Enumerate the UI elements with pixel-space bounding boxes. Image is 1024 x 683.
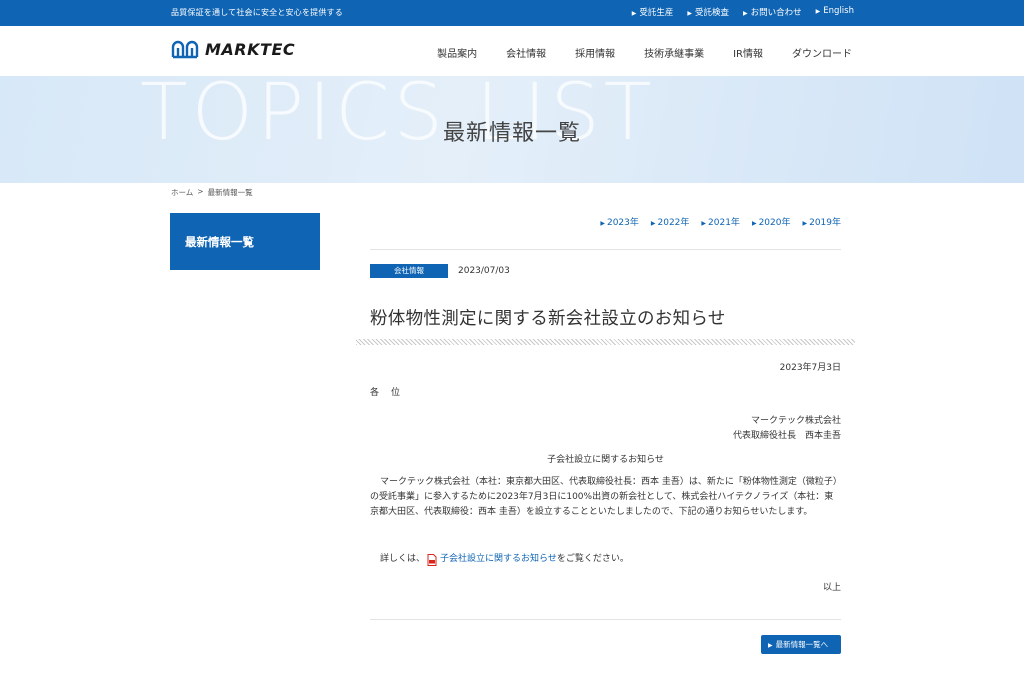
logo-mark-icon — [171, 40, 199, 59]
year-link-2023[interactable]: ▶ 2023年 — [600, 215, 639, 228]
arrow-icon: ▶ — [743, 10, 748, 17]
breadcrumb-home[interactable]: ホーム — [171, 187, 193, 198]
arrow-icon: ▶ — [687, 10, 693, 17]
closing-mark: 以上 — [822, 583, 841, 593]
details-pdf-link[interactable]: 子会社設立に関するお知らせ — [440, 552, 557, 567]
details-prefix: 詳しくは、 — [380, 554, 426, 564]
nav-recruit[interactable]: 採用情報 — [575, 45, 615, 60]
nav-tech-succession[interactable]: 技術承継事業 — [644, 45, 704, 60]
hero-banner: TOPICS LIST 最新情報一覧 — [0, 76, 1024, 183]
arrow-icon: ▶ — [600, 220, 605, 227]
representative: 代表取締役社長 西本圭吾 — [732, 431, 841, 441]
year-link-2021[interactable]: ▶ 2021年 — [701, 215, 740, 228]
arrow-icon: ▶ — [701, 220, 707, 227]
site-logo[interactable]: MARKTEC — [171, 39, 295, 59]
breadcrumb-current: 最新情報一覧 — [207, 188, 253, 197]
arrow-icon: ▶ — [815, 8, 821, 15]
notice-subject: 子会社設立に関するお知らせ — [547, 455, 664, 465]
article-title: 粉体物性測定に関する新会社設立のお知らせ — [370, 309, 726, 329]
breadcrumb: ホーム > 最新情報一覧 — [171, 187, 253, 198]
details-suffix: をご覧ください。 — [556, 554, 629, 564]
arrow-icon: ▶ — [631, 10, 637, 17]
arrow-icon: ▶ — [802, 220, 808, 227]
year-link-2020[interactable]: ▶ 2020年 — [752, 215, 791, 228]
document-date: 2023年7月3日 — [779, 363, 841, 373]
year-filter: ▶ 2023年 ▶ 2022年 ▶ 2021年 ▶ 2020年 ▶ 2019年 — [600, 215, 841, 228]
pdf-icon — [427, 553, 437, 566]
divider — [370, 249, 841, 250]
addressee: 各位 — [370, 388, 413, 398]
year-link-2019[interactable]: ▶ 2019年 — [802, 215, 841, 228]
year-link-2022[interactable]: ▶ 2022年 — [651, 215, 690, 228]
arrow-icon: ▶ — [751, 220, 757, 227]
page-title: 最新情報一覧 — [442, 121, 581, 146]
back-to-list-button[interactable]: ▶ 最新情報一覧へ — [761, 635, 841, 654]
divider — [370, 619, 841, 620]
category-badge: 会社情報 — [370, 264, 448, 278]
top-link-contract-inspection[interactable]: ▶ 受託検査 — [687, 6, 729, 18]
top-bar: 品質保証を通して社会に安全と安心を提供する ▶ 受託生産 ▶ 受託検査 ▶ お問い合わ… — [0, 0, 1024, 26]
logo-text: MARKTEC — [205, 39, 296, 59]
tagline: 品質保証を通して社会に安全と安心を提供する — [171, 8, 343, 17]
details-line: 詳しくは、 子会社設立に関するお知らせ をご覧ください。 — [380, 552, 629, 567]
notice-paragraph: マークテック株式会社（本社：東京都大田区、代表取締役社長：西本 圭吾）は、新たに… — [370, 477, 838, 517]
sidebar-item-topics-list[interactable]: 最新情報一覧 — [170, 213, 320, 270]
breadcrumb-separator: > — [197, 187, 204, 196]
title-underline — [356, 339, 855, 345]
nav-company[interactable]: 会社情報 — [506, 45, 546, 60]
nav-download[interactable]: ダウンロード — [792, 45, 852, 60]
top-link-contract-production[interactable]: ▶ 受託生産 — [632, 6, 674, 18]
top-link-english[interactable]: ▶ English — [816, 6, 854, 18]
article-date: 2023/07/03 — [458, 266, 510, 276]
arrow-icon: ▶ — [650, 220, 656, 227]
arrow-icon: ▶ — [768, 642, 773, 649]
top-links: ▶ 受託生産 ▶ 受託検査 ▶ お問い合わせ ▶ English — [632, 6, 854, 18]
main-nav: 製品案内 会社情報 採用情報 技術承継事業 IR情報 ダウンロード — [437, 45, 852, 60]
site-header: MARKTEC 製品案内 会社情報 採用情報 技術承継事業 IR情報 ダウンロー… — [0, 26, 1024, 76]
top-link-contact[interactable]: ▶ お問い合わせ — [743, 6, 802, 18]
nav-ir[interactable]: IR情報 — [733, 45, 763, 60]
nav-products[interactable]: 製品案内 — [437, 45, 477, 60]
company-name: マークテック株式会社 — [750, 416, 841, 426]
